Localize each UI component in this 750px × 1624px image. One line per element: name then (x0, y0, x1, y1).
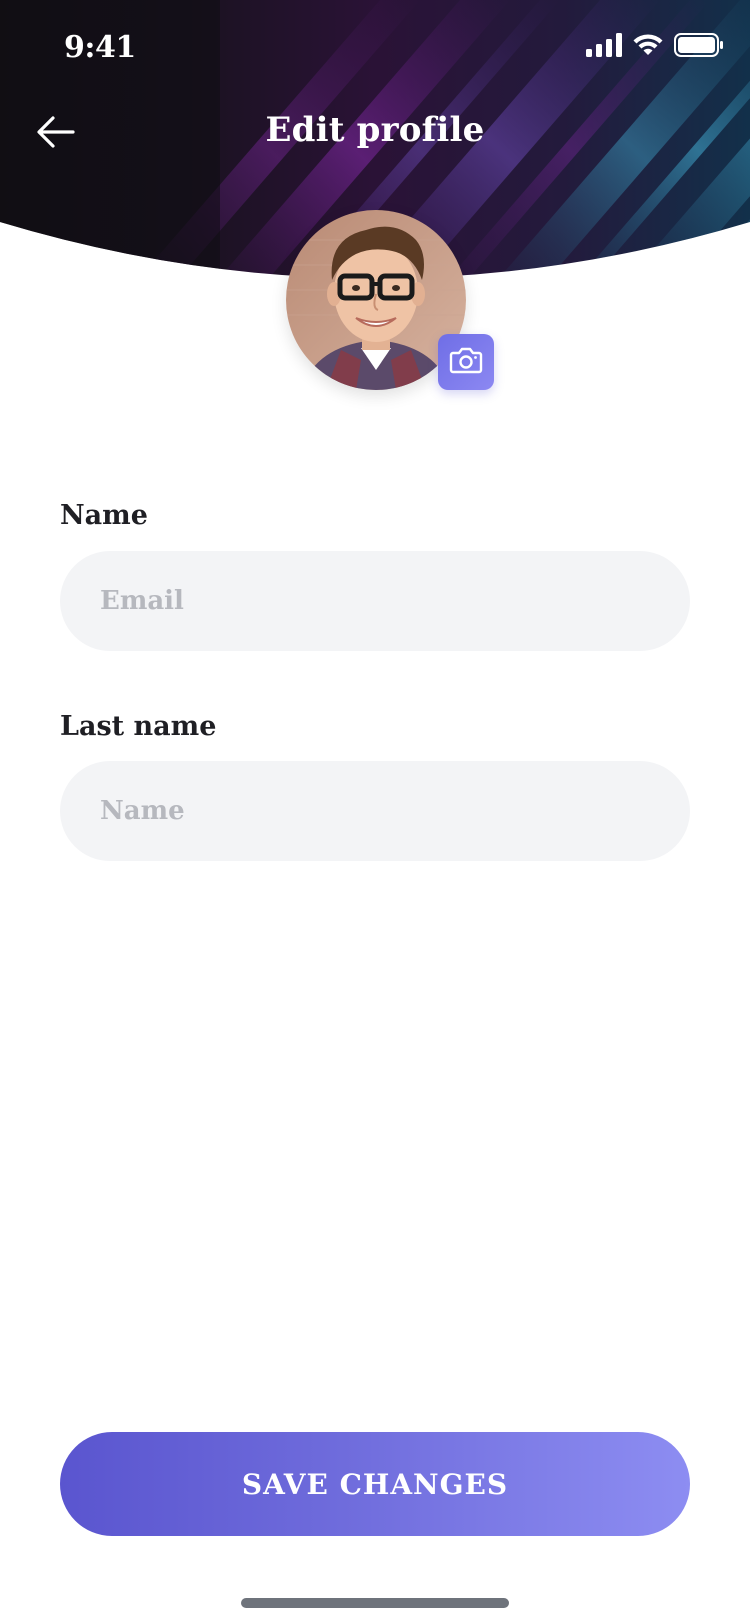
edit-profile-screen: 9:41 Edit profile Name Email Last name N… (0, 0, 750, 1624)
camera-icon (449, 345, 483, 379)
home-indicator (241, 1598, 509, 1608)
cellular-signal-icon (586, 33, 622, 61)
page-title: Edit profile (265, 110, 485, 150)
status-time: 9:41 (64, 30, 136, 65)
name-input[interactable] (60, 551, 690, 651)
last-name-input[interactable] (60, 761, 690, 861)
name-label: Name (60, 500, 148, 531)
wifi-icon (632, 33, 664, 61)
last-name-label: Last name (60, 711, 217, 742)
battery-icon (674, 33, 724, 61)
save-changes-button[interactable]: SAVE CHANGES (60, 1432, 690, 1536)
status-icons (586, 32, 724, 62)
change-photo-button[interactable] (438, 334, 494, 390)
